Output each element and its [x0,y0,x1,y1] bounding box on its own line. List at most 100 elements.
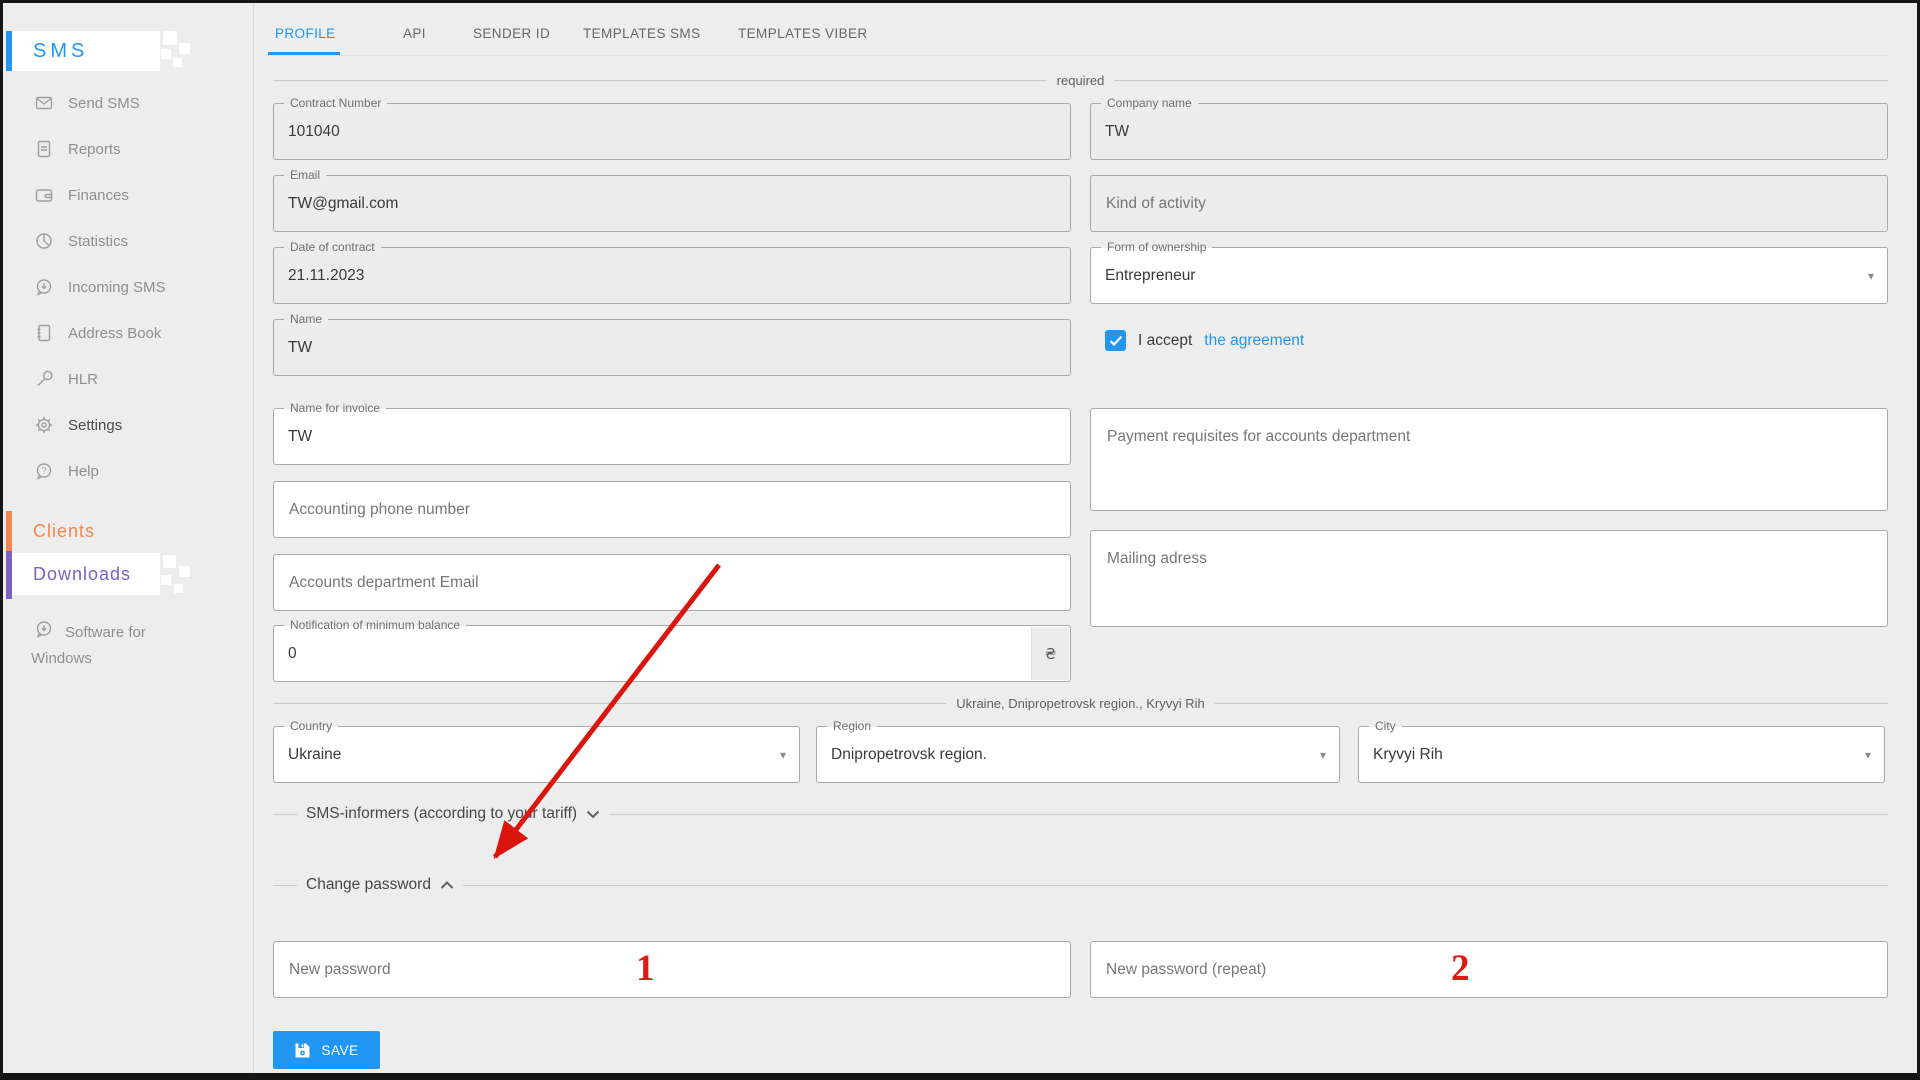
incoming-message-icon [34,277,54,297]
tab-api[interactable]: API [403,20,426,46]
tab-templates-viber[interactable]: TEMPLATES VIBER [738,20,868,46]
save-floppy-icon [294,1042,311,1059]
email-value: TW@gmail.com [288,195,398,213]
required-section-legend: required [273,73,1888,88]
new-password-field[interactable]: New password [273,941,1071,998]
email-label: Email [284,168,326,183]
min-balance-field[interactable]: Notification of minimum balance 0 ₴ [273,625,1071,682]
sidebar-item-incoming-sms[interactable]: Incoming SMS [3,265,253,309]
form-of-ownership-value: Entrepreneur [1105,267,1195,285]
sidebar-item-label: Statistics [68,233,128,250]
min-balance-label: Notification of minimum balance [284,618,466,633]
chevron-down-icon: ▾ [1320,748,1326,762]
date-of-contract-value: 21.11.2023 [288,267,364,285]
annotation-step-1: 1 [636,947,655,990]
company-name-value: TW [1105,123,1129,141]
sidebar-item-clients[interactable]: Clients [6,511,253,551]
company-name-field[interactable]: Company name TW [1090,103,1888,160]
region-value: Dnipropetrovsk region. [831,746,987,764]
chevron-down-icon [586,810,600,819]
pixel-decoration [174,584,183,593]
brand-accent-bar [6,31,12,71]
payment-requisites-placeholder: Payment requisites for accounts departme… [1107,428,1410,446]
name-for-invoice-field[interactable]: Name for invoice TW [273,408,1071,465]
sidebar-item-settings[interactable]: Settings [3,403,253,447]
required-legend-text: required [1057,73,1105,88]
mailing-address-placeholder: Mailing adress [1107,550,1207,568]
pixel-decoration [161,49,171,59]
save-button[interactable]: SAVE [273,1031,380,1069]
change-password-section-label: Change password [306,876,431,894]
pixel-decoration [161,575,171,585]
agreement-row: I accept the agreement [1105,330,1304,351]
sidebar-item-help[interactable]: ? Help [3,449,253,493]
software-label-line2: Windows [31,647,92,671]
pixel-decoration [173,58,182,67]
wrench-icon [34,369,54,389]
brand-label: SMS [33,40,88,63]
sidebar-brand[interactable]: SMS [6,31,160,71]
tab-templates-sms[interactable]: TEMPLATES SMS [583,20,700,46]
sidebar-item-reports[interactable]: Reports [3,127,253,171]
sidebar-item-finances[interactable]: Finances [3,173,253,217]
sidebar-divider [253,3,254,1073]
address-book-icon [34,323,54,343]
new-password-repeat-placeholder: New password (repeat) [1106,961,1266,979]
sidebar-item-label: HLR [68,371,98,388]
pixel-decoration [163,31,177,45]
agreement-checkbox[interactable] [1105,330,1126,351]
sms-informers-section-toggle[interactable]: SMS-informers (according to your tariff) [273,805,1888,823]
sidebar-item-label: Reports [68,141,121,158]
date-of-contract-field[interactable]: Date of contract 21.11.2023 [273,247,1071,304]
check-icon [1109,335,1123,347]
region-label: Region [827,719,877,734]
company-name-label: Company name [1101,96,1198,111]
kind-of-activity-field[interactable]: Kind of activity [1090,175,1888,232]
tab-sender-id[interactable]: SENDER ID [473,20,550,46]
email-field[interactable]: Email TW@gmail.com [273,175,1071,232]
chevron-up-icon [440,881,454,890]
contract-number-value: 101040 [288,123,340,141]
contract-number-field[interactable]: Contract Number 101040 [273,103,1071,160]
annotation-step-2: 2 [1451,947,1470,990]
date-of-contract-label: Date of contract [284,240,381,255]
pie-chart-icon [34,231,54,251]
name-label: Name [284,312,328,327]
region-select[interactable]: Region Dnipropetrovsk region. ▾ [816,726,1340,783]
accounting-phone-field[interactable]: Accounting phone number [273,481,1071,538]
accounts-email-field[interactable]: Accounts department Email [273,554,1071,611]
sidebar-item-address-book[interactable]: Address Book [3,311,253,355]
sidebar-item-downloads[interactable]: Downloads [6,553,160,595]
new-password-repeat-field[interactable]: New password (repeat) [1090,941,1888,998]
envelope-icon [34,93,54,113]
svg-text:?: ? [41,466,46,476]
help-icon: ? [34,461,54,481]
payment-requisites-textarea[interactable]: Payment requisites for accounts departme… [1090,408,1888,511]
chevron-down-icon: ▾ [1865,748,1871,762]
change-password-section-toggle[interactable]: Change password [273,876,1888,894]
country-select[interactable]: Country Ukraine ▾ [273,726,800,783]
sidebar-item-statistics[interactable]: Statistics [3,219,253,263]
tab-profile[interactable]: PROFILE [275,20,336,46]
sidebar-item-label: Send SMS [68,95,140,112]
city-value: Kryvyi Rih [1373,746,1443,764]
sidebar-item-hlr[interactable]: HLR [3,357,253,401]
name-field[interactable]: Name TW [273,319,1071,376]
city-select[interactable]: City Kryvyi Rih ▾ [1358,726,1885,783]
mailing-address-textarea[interactable]: Mailing adress [1090,530,1888,627]
sidebar-item-label: Help [68,463,99,480]
agreement-link[interactable]: the agreement [1204,332,1304,350]
min-balance-value: 0 [288,645,297,663]
form-of-ownership-select[interactable]: Form of ownership Entrepreneur ▾ [1090,247,1888,304]
accounting-phone-placeholder: Accounting phone number [289,501,470,519]
pixel-decoration [179,566,190,577]
accounts-email-placeholder: Accounts department Email [289,574,479,592]
form-of-ownership-label: Form of ownership [1101,240,1212,255]
kind-of-activity-placeholder: Kind of activity [1106,195,1206,213]
country-label: Country [284,719,338,734]
save-button-label: SAVE [321,1043,358,1058]
clients-accent-bar [6,511,12,551]
sidebar-item-send-sms[interactable]: Send SMS [3,81,253,125]
app-window: SMS Send SMS Reports Finances [0,0,1920,1080]
pixel-decoration [163,555,176,568]
